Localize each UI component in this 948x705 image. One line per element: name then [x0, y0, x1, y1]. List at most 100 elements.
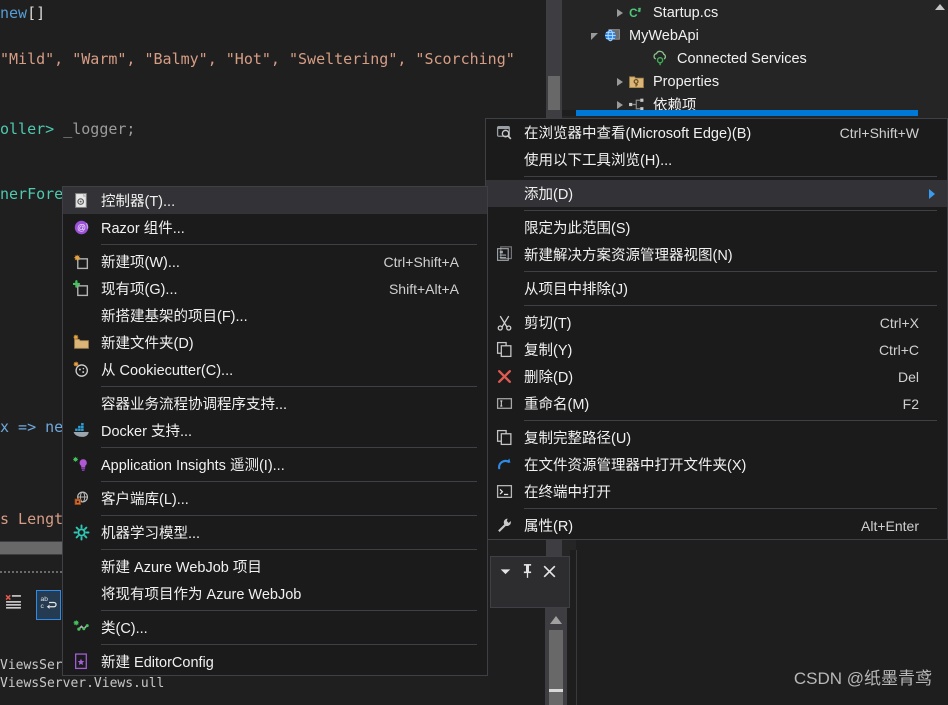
selection-highlight-bar	[576, 110, 918, 116]
menu-separator	[101, 447, 477, 448]
menu-item[interactable]: 新建文件夹(D)	[63, 329, 487, 356]
menu-item[interactable]: 添加(D)	[486, 180, 947, 207]
menu-item[interactable]: 客户端库(L)...	[63, 485, 487, 512]
menu-item[interactable]: Docker 支持...	[63, 417, 487, 444]
add-submenu[interactable]: 控制器(T)... @ Razor 组件... 新建项(W)... Ctrl+Shift…	[62, 186, 488, 676]
tree-item[interactable]: MyWebApi	[576, 24, 916, 47]
menu-item[interactable]: 在终端中打开	[486, 478, 947, 505]
controller-icon	[63, 187, 101, 214]
menu-item[interactable]: 在文件资源管理器中打开文件夹(X)	[486, 451, 947, 478]
terminal-icon	[486, 478, 524, 505]
submenu-arrow-icon	[929, 189, 935, 199]
menu-item-label: 从 Cookiecutter(C)...	[101, 363, 234, 379]
menu-separator	[101, 481, 477, 482]
menu-item[interactable]: 剪切(T) Ctrl+X	[486, 309, 947, 336]
menu-item[interactable]: 属性(R) Alt+Enter	[486, 512, 947, 539]
menu-item[interactable]: 从 Cookiecutter(C)...	[63, 356, 487, 383]
razor-component-icon: @	[63, 214, 101, 241]
menu-item[interactable]: 新建解决方案资源管理器视图(N)	[486, 241, 947, 268]
new-folder-icon	[63, 329, 101, 356]
menu-item-label: 新搭建基架的项目(F)...	[101, 309, 248, 325]
tree-item[interactable]: Connected Services	[576, 47, 916, 70]
menu-separator	[101, 386, 477, 387]
visual-studio-window: new[] "Mild", "Warm", "Balmy", "Hot", "Sw…	[0, 0, 948, 705]
existing-item-icon	[63, 275, 101, 302]
scrollbar-thumb[interactable]	[548, 76, 560, 110]
menu-item[interactable]: 重命名(M) F2	[486, 390, 947, 417]
menu-icon-placeholder	[486, 180, 524, 207]
output-window-scrollbar[interactable]	[545, 608, 567, 705]
menu-item[interactable]: @ Razor 组件...	[63, 214, 487, 241]
selection-bar-gap	[562, 110, 576, 116]
code-token: nerFore	[0, 185, 64, 203]
menu-item[interactable]: 限定为此范围(S)	[486, 214, 947, 241]
output-tool-window-header[interactable]	[490, 556, 570, 608]
code-line: new[]	[0, 4, 45, 22]
code-line: "Mild", "Warm", "Balmy", "Hot", "Swelter…	[0, 50, 515, 68]
code-token: "Mild", "Warm", "Balmy", "Hot", "Swelter…	[0, 50, 515, 68]
panel-toolbar[interactable]: ab c	[0, 586, 62, 620]
menu-item[interactable]: Application Insights 遥测(I)...	[63, 451, 487, 478]
menu-item[interactable]: 将现有项目作为 Azure WebJob	[63, 580, 487, 607]
menu-separator	[101, 610, 477, 611]
code-token: oller>	[0, 120, 64, 138]
svg-text:ab: ab	[41, 596, 49, 603]
menu-separator	[101, 549, 477, 550]
open-folder-icon	[486, 451, 524, 478]
word-wrap-icon[interactable]: ab c	[36, 590, 61, 620]
scrollbar-thumb[interactable]	[549, 630, 563, 705]
menu-item-label: 在文件资源管理器中打开文件夹(X)	[524, 458, 747, 474]
solution-explorer-scrollbar[interactable]	[932, 0, 948, 110]
menu-item-shortcut: Del	[897, 368, 919, 385]
menu-item-label: 从项目中排除(J)	[524, 282, 628, 298]
solution-explorer[interactable]: C Startup.cs MyWebApi Connected Services Pro…	[576, 0, 948, 118]
chevron-expanded-icon[interactable]	[588, 28, 604, 44]
menu-item[interactable]: 新建 Azure WebJob 项目	[63, 553, 487, 580]
tree-item[interactable]: Properties	[576, 70, 916, 93]
menu-item[interactable]: 新建 EditorConfig	[63, 648, 487, 675]
clear-list-icon[interactable]	[2, 590, 25, 618]
tree-item[interactable]: C Startup.cs	[576, 1, 916, 24]
properties-wrench-icon	[486, 512, 524, 539]
menu-item[interactable]: 新搭建基架的项目(F)...	[63, 302, 487, 329]
menu-item-label: 重命名(M)	[524, 397, 590, 413]
menu-item[interactable]: 控制器(T)...	[63, 187, 487, 214]
scrollbar-thumb[interactable]	[0, 542, 62, 554]
menu-item-label: 类(C)...	[101, 621, 148, 637]
menu-item[interactable]: 使用以下工具浏览(H)...	[486, 146, 947, 173]
editor-path-text: ViewsSer	[0, 658, 63, 673]
menu-icon-placeholder	[486, 214, 524, 241]
docker-icon	[63, 417, 101, 444]
menu-separator	[524, 210, 937, 211]
scrollbar-thumb-marker	[549, 689, 563, 692]
panel-horizontal-scrollbar[interactable]	[0, 541, 62, 555]
menu-item[interactable]: 类(C)...	[63, 614, 487, 641]
menu-item[interactable]: 从项目中排除(J)	[486, 275, 947, 302]
chevron-down-icon[interactable]	[497, 563, 513, 579]
new-class-icon	[63, 614, 101, 641]
code-token: ne	[45, 418, 64, 436]
menu-item-label: 剪切(T)	[524, 316, 572, 332]
menu-item[interactable]: 复制(Y) Ctrl+C	[486, 336, 947, 363]
pane-divider	[576, 550, 577, 705]
menu-item[interactable]: 容器业务流程协调程序支持...	[63, 390, 487, 417]
code-token: new	[0, 4, 28, 22]
tree-item-label: Startup.cs	[653, 4, 719, 21]
menu-item[interactable]: 新建项(W)... Ctrl+Shift+A	[63, 248, 487, 275]
chevron-collapsed-icon[interactable]	[612, 5, 628, 21]
svg-text:C: C	[629, 6, 638, 19]
close-icon[interactable]	[541, 563, 557, 579]
scroll-up-arrow-icon[interactable]	[550, 616, 562, 624]
project-context-menu[interactable]: 在浏览器中查看(Microsoft Edge)(B) Ctrl+Shift+W 使用…	[485, 118, 948, 540]
menu-item[interactable]: 删除(D) Del	[486, 363, 947, 390]
menu-item[interactable]: 现有项(G)... Shift+Alt+A	[63, 275, 487, 302]
menu-item-label: 在浏览器中查看(Microsoft Edge)(B)	[524, 126, 752, 142]
pin-icon[interactable]	[519, 563, 535, 579]
scroll-up-arrow-icon[interactable]	[935, 4, 945, 10]
chevron-collapsed-icon[interactable]	[612, 74, 628, 90]
menu-item-label: 机器学习模型...	[101, 526, 201, 542]
menu-item[interactable]: 机器学习模型...	[63, 519, 487, 546]
menu-item[interactable]: 复制完整路径(U)	[486, 424, 947, 451]
menu-item[interactable]: 在浏览器中查看(Microsoft Edge)(B) Ctrl+Shift+W	[486, 119, 947, 146]
menu-item-label: Docker 支持...	[101, 424, 193, 440]
